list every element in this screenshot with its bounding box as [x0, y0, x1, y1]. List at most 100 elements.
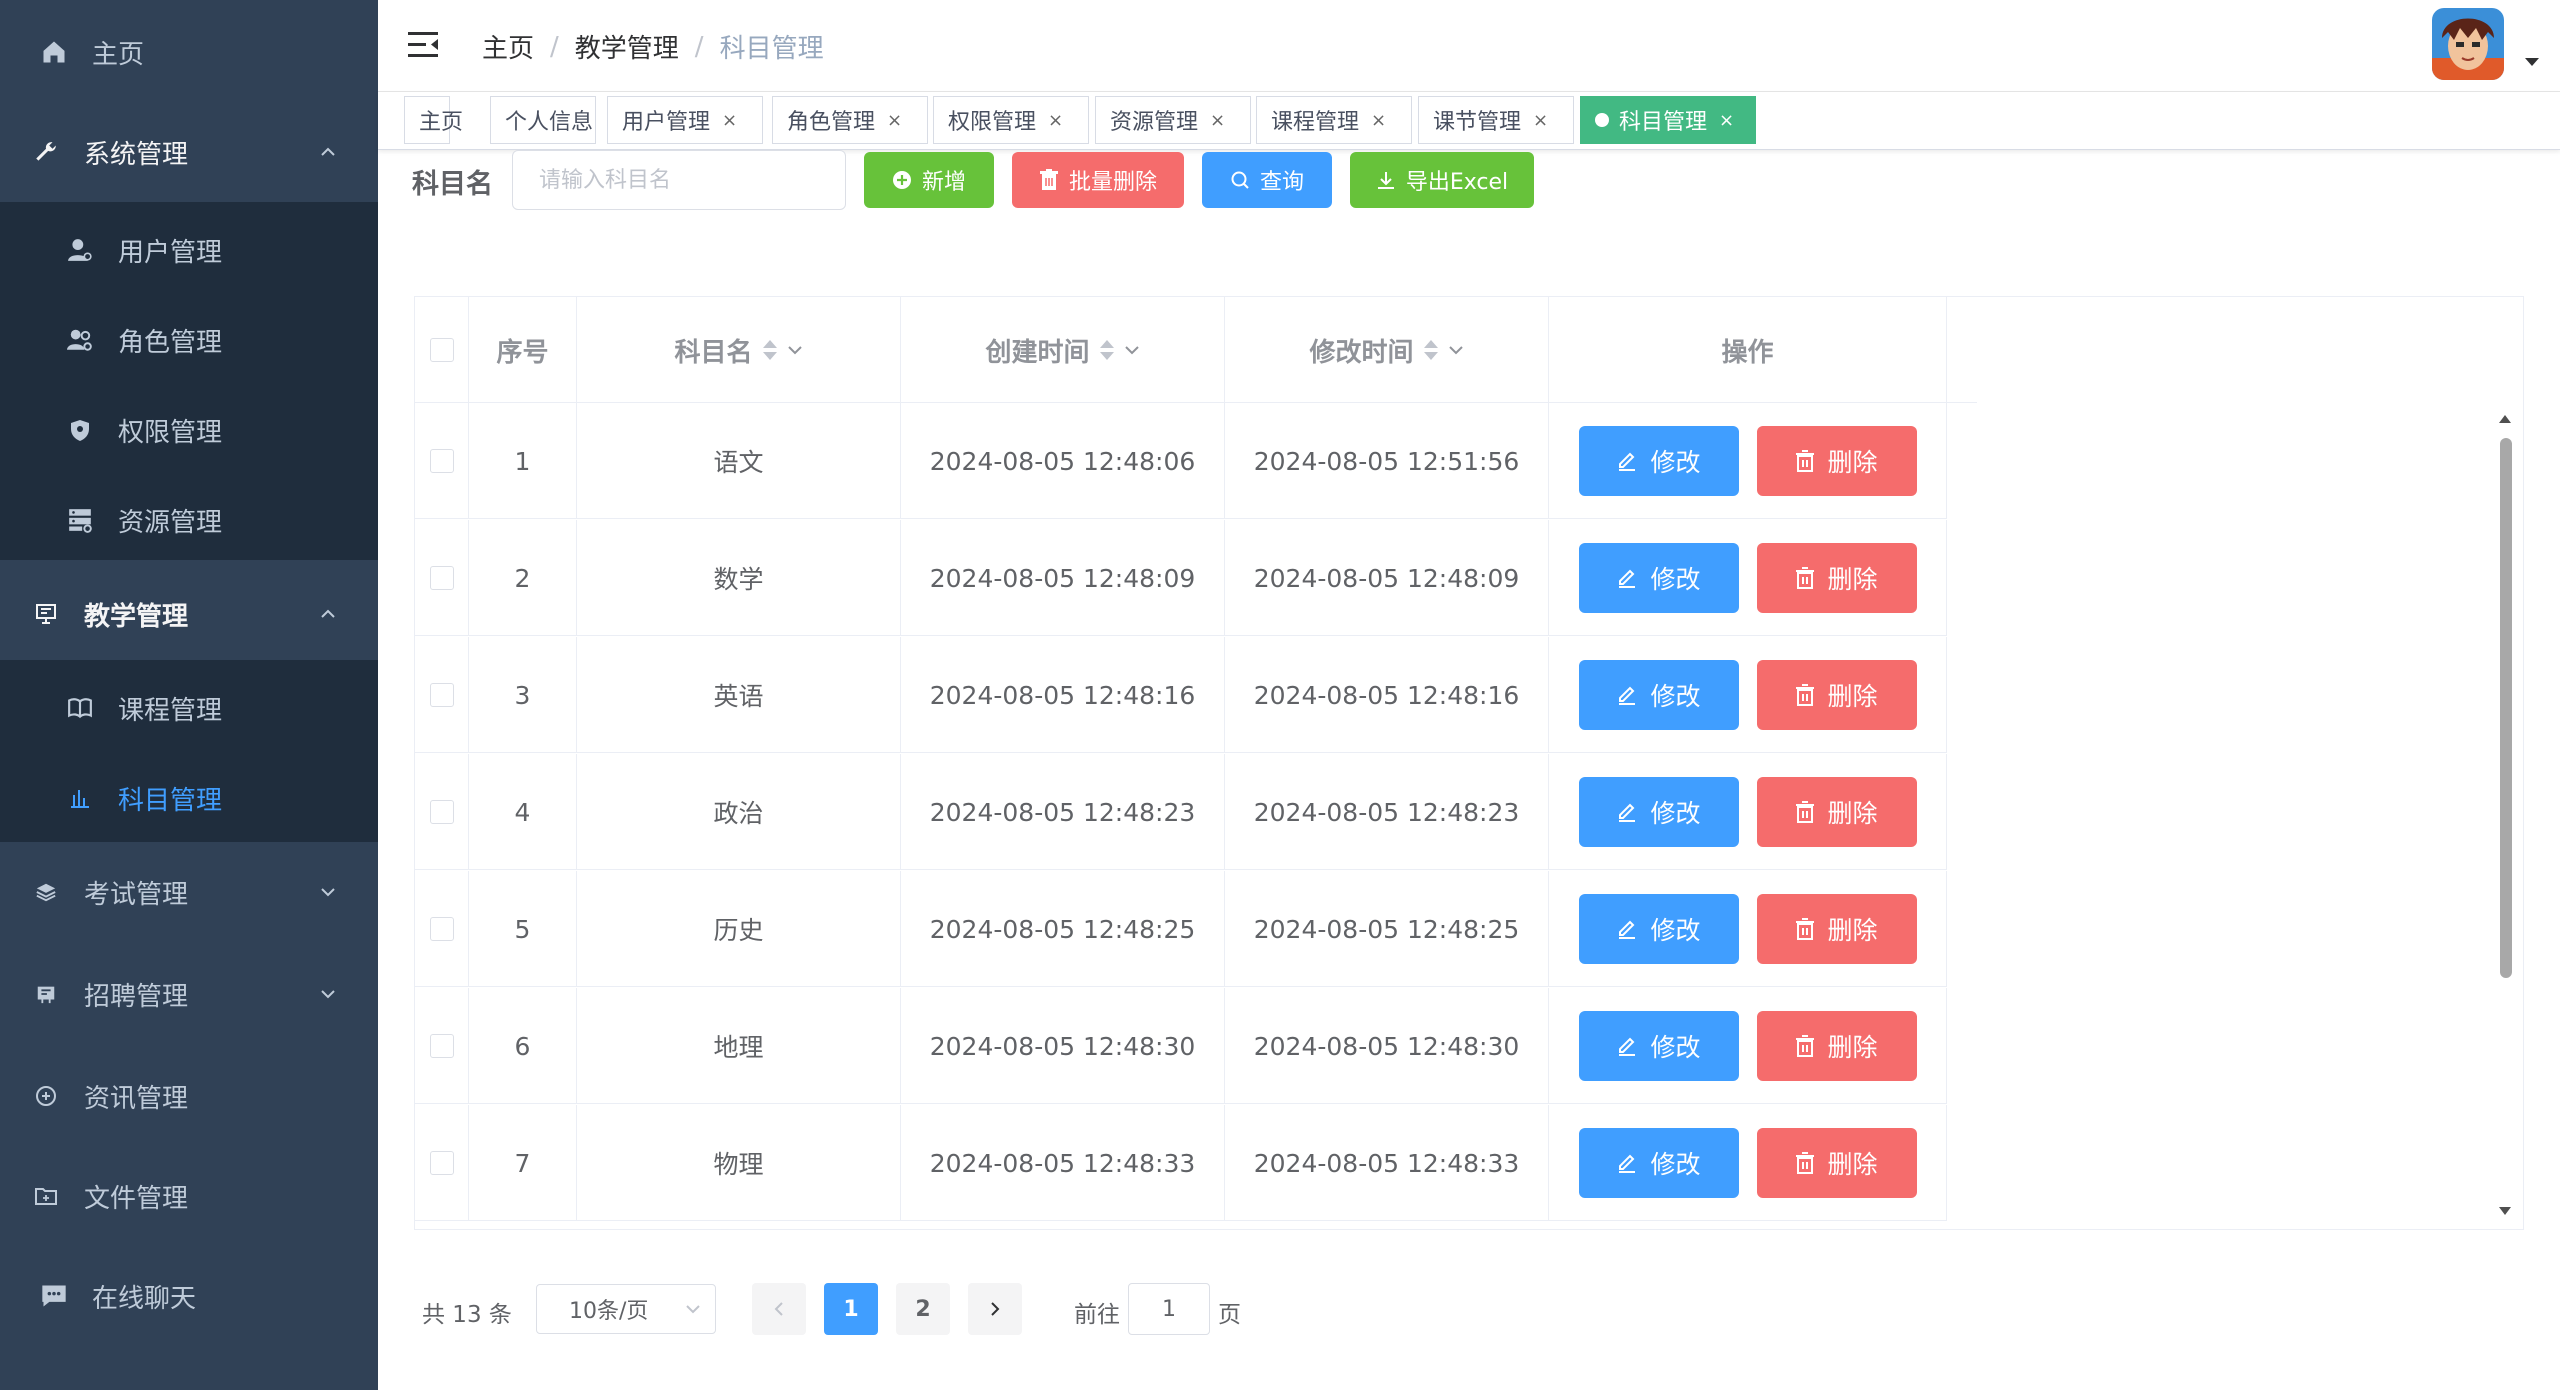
delete-button[interactable]: 删除 — [1756, 1128, 1917, 1198]
header-name[interactable]: 科目名 — [577, 297, 901, 403]
hamburger-icon[interactable] — [408, 30, 440, 60]
sidebar-item-teaching[interactable]: 教学管理 — [0, 582, 378, 646]
header-modified[interactable]: 修改时间 — [1225, 297, 1549, 403]
page-button[interactable]: 2 — [896, 1283, 950, 1335]
cell-select — [415, 754, 469, 870]
sidebar-item-permission-management[interactable]: 权限管理 — [0, 398, 378, 462]
row-checkbox[interactable] — [429, 917, 454, 941]
sidebar-item-resource-management[interactable]: 资源管理 — [0, 488, 378, 552]
trash-icon — [1796, 1152, 1815, 1174]
sidebar-item-user-management[interactable]: 用户管理 — [0, 218, 378, 282]
edit-button[interactable]: 修改 — [1578, 1011, 1739, 1081]
chevron-down-icon — [686, 1305, 700, 1314]
sidebar-item-course-management[interactable]: 课程管理 — [0, 676, 378, 740]
row-checkbox[interactable] — [429, 566, 454, 590]
sort-icon[interactable] — [1099, 340, 1114, 360]
close-icon[interactable]: × — [1048, 110, 1063, 131]
tag-user-management[interactable]: 用户管理 × — [607, 96, 763, 144]
header-created[interactable]: 创建时间 — [901, 297, 1225, 403]
export-excel-button[interactable]: 导出Excel — [1350, 152, 1534, 208]
row-checkbox[interactable] — [429, 1151, 454, 1175]
select-all-checkbox[interactable] — [429, 338, 454, 362]
edit-button[interactable]: 修改 — [1578, 1128, 1739, 1198]
caret-down-icon[interactable] — [2524, 56, 2540, 68]
delete-button[interactable]: 删除 — [1756, 1011, 1917, 1081]
next-page-button[interactable] — [968, 1283, 1022, 1335]
cell-index: 7 — [469, 1105, 577, 1221]
edit-button[interactable]: 修改 — [1578, 426, 1739, 496]
sidebar-item-chat[interactable]: 在线聊天 — [0, 1264, 378, 1328]
edit-button[interactable]: 修改 — [1578, 543, 1739, 613]
table-scrollbar[interactable] — [2496, 412, 2514, 1218]
chevron-down-icon[interactable] — [1124, 344, 1140, 356]
tag-home[interactable]: 主页 — [404, 96, 463, 144]
header-label: 创建时间 — [985, 337, 1090, 368]
sort-icon[interactable] — [762, 340, 777, 360]
sidebar-item-subject-management[interactable]: 科目管理 — [0, 766, 378, 830]
tag-subject-management[interactable]: 科目管理 × — [1580, 96, 1756, 144]
add-button[interactable]: 新增 — [864, 152, 994, 208]
tag-label: 资源管理 — [1110, 110, 1199, 135]
sidebar-item-label: 在线聊天 — [92, 1283, 197, 1314]
tag-resource-management[interactable]: 资源管理 × — [1095, 96, 1251, 144]
row-checkbox[interactable] — [429, 449, 454, 473]
sidebar-item-label: 主页 — [92, 39, 145, 70]
delete-button[interactable]: 删除 — [1756, 894, 1917, 964]
breadcrumb-item[interactable]: 教学管理 — [575, 28, 679, 65]
tag-label: 权限管理 — [948, 110, 1037, 135]
prev-page-button[interactable] — [752, 1283, 806, 1335]
tag-permission-management[interactable]: 权限管理 × — [933, 96, 1089, 144]
scroll-thumb[interactable] — [2500, 438, 2512, 978]
edit-button[interactable]: 修改 — [1578, 894, 1739, 964]
close-icon[interactable]: × — [1533, 110, 1548, 131]
edit-button[interactable]: 修改 — [1578, 777, 1739, 847]
close-icon[interactable]: × — [722, 110, 737, 131]
delete-button[interactable]: 删除 — [1756, 543, 1917, 613]
row-checkbox[interactable] — [429, 1034, 454, 1058]
tag-lesson-management[interactable]: 课节管理 × — [1418, 96, 1574, 144]
row-checkbox[interactable] — [429, 800, 454, 824]
sidebar-item-exam[interactable]: 考试管理 — [0, 860, 378, 924]
edit-button[interactable]: 修改 — [1578, 660, 1739, 730]
delete-button[interactable]: 删除 — [1756, 660, 1917, 730]
bar-chart-icon — [64, 782, 96, 814]
batch-delete-button[interactable]: 批量删除 — [1012, 152, 1184, 208]
breadcrumb-item[interactable]: 主页 — [482, 28, 534, 65]
cell-actions: 修改 删除 — [1549, 754, 1947, 870]
sidebar-item-role-management[interactable]: 角色管理 — [0, 308, 378, 372]
header-label: 序号 — [496, 337, 549, 368]
scroll-up-icon[interactable] — [2496, 412, 2514, 426]
close-icon[interactable]: × — [1210, 110, 1225, 131]
close-icon[interactable]: × — [1371, 110, 1386, 131]
sort-icon[interactable] — [1423, 340, 1438, 360]
tag-course-management[interactable]: 课程管理 × — [1256, 96, 1412, 144]
page-size-select[interactable]: 10条/页 — [536, 1284, 716, 1334]
cell-index: 4 — [469, 754, 577, 870]
close-icon[interactable]: × — [887, 110, 902, 131]
sidebar-item-system[interactable]: 系统管理 — [0, 120, 378, 184]
delete-button[interactable]: 删除 — [1756, 426, 1917, 496]
goto-page-input[interactable] — [1128, 1283, 1210, 1335]
trash-icon — [1796, 684, 1815, 706]
tag-role-management[interactable]: 角色管理 × — [772, 96, 928, 144]
page-button[interactable]: 1 — [824, 1283, 878, 1335]
query-button-label: 查询 — [1259, 170, 1304, 195]
delete-button[interactable]: 删除 — [1756, 777, 1917, 847]
scroll-down-icon[interactable] — [2496, 1204, 2514, 1218]
avatar[interactable] — [2432, 8, 2504, 80]
cell-created: 2024-08-05 12:48:09 — [901, 520, 1225, 636]
chevron-down-icon[interactable] — [1448, 344, 1464, 356]
tag-profile[interactable]: 个人信息 — [490, 96, 596, 144]
query-button[interactable]: 查询 — [1202, 152, 1332, 208]
sidebar-item-news[interactable]: 资讯管理 — [0, 1064, 378, 1128]
cell-text: 2024-08-05 12:48:23 — [1253, 797, 1520, 827]
sidebar-item-files[interactable]: 文件管理 — [0, 1164, 378, 1228]
sidebar-item-recruit[interactable]: 招聘管理 — [0, 962, 378, 1026]
sidebar-item-home[interactable]: 主页 — [0, 20, 378, 84]
close-icon[interactable]: × — [1719, 110, 1734, 131]
cell-created: 2024-08-05 12:48:25 — [901, 871, 1225, 987]
cell-modified: 2024-08-05 12:48:16 — [1225, 637, 1549, 753]
subject-name-input[interactable] — [512, 150, 846, 210]
row-checkbox[interactable] — [429, 683, 454, 707]
chevron-down-icon[interactable] — [787, 344, 803, 356]
